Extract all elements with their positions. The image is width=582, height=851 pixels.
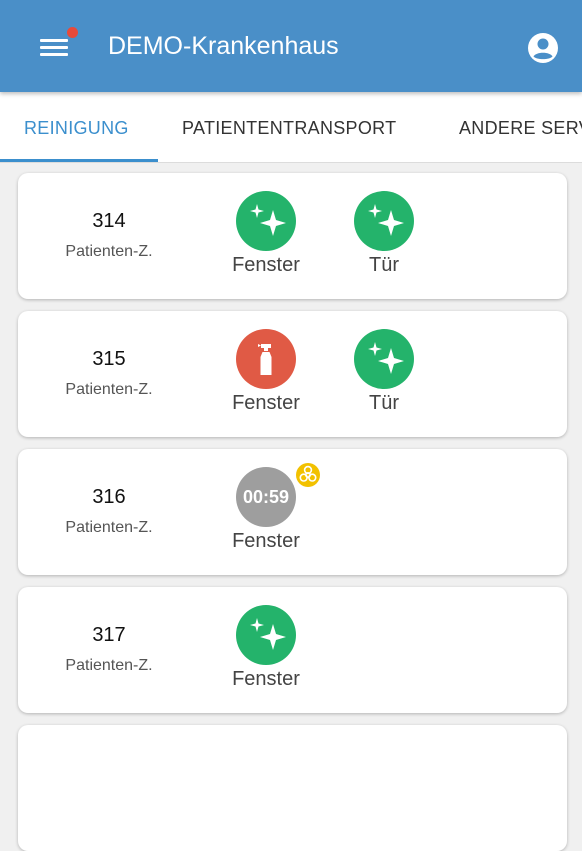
task-label: Fenster — [232, 668, 300, 690]
sparkle-icon — [368, 342, 404, 374]
task-tuer-button[interactable]: Tür — [334, 191, 434, 283]
room-type: Patienten-Z. — [65, 243, 153, 260]
task-timer: 00:59 — [242, 487, 290, 507]
tab-patiententransport[interactable]: PATIENTENTRANSPORT — [182, 118, 396, 139]
task-status-done — [236, 191, 296, 251]
task-status-pending — [236, 329, 296, 389]
tab-bar: REINIGUNG PATIENTENTRANSPORT ANDERE SERV… — [0, 92, 582, 163]
room-card[interactable]: 317 Patienten-Z. Fenster — [18, 587, 567, 713]
menu-icon — [40, 39, 68, 42]
room-card[interactable]: 315 Patienten-Z. Fenster Tür — [18, 311, 567, 437]
task-label: Fenster — [232, 530, 300, 552]
menu-button[interactable] — [40, 27, 78, 60]
task-status-done — [354, 191, 414, 251]
task-fenster-button[interactable]: Fenster — [216, 329, 316, 421]
room-number: 316 — [92, 486, 126, 508]
biohazard-icon — [296, 463, 320, 487]
task-label: Fenster — [232, 392, 300, 414]
sparkle-icon — [250, 204, 286, 236]
room-number: 317 — [92, 624, 126, 646]
active-tab-indicator — [0, 159, 158, 162]
task-status-done — [354, 329, 414, 389]
room-type: Patienten-Z. — [65, 657, 153, 674]
account-circle-icon[interactable] — [526, 31, 560, 65]
task-label: Tür — [369, 392, 399, 414]
sparkle-icon — [368, 204, 404, 236]
menu-icon-line — [40, 46, 68, 49]
room-card[interactable]: 316 Patienten-Z. 00:59 Fenster — [18, 449, 567, 575]
room-card-partial[interactable] — [18, 725, 567, 851]
sparkle-icon — [250, 618, 286, 650]
room-number: 315 — [92, 348, 126, 370]
task-fenster-button[interactable]: Fenster — [216, 605, 316, 697]
tab-andere-services[interactable]: ANDERE SERVICES — [459, 118, 582, 139]
spray-bottle-icon — [258, 344, 272, 375]
room-number: 314 — [92, 210, 126, 232]
menu-icon-line — [40, 53, 68, 56]
task-status-in-progress: 00:59 — [236, 463, 320, 527]
app-title: DEMO-Krankenhaus — [108, 32, 339, 60]
room-card[interactable]: 314 Patienten-Z. Fenster Tür — [18, 173, 567, 299]
tab-reinigung[interactable]: REINIGUNG — [24, 118, 129, 139]
task-fenster-button[interactable]: Fenster — [216, 191, 316, 283]
task-fenster-button[interactable]: 00:59 Fenster — [216, 463, 320, 559]
task-label: Tür — [369, 254, 399, 276]
task-status-done — [236, 605, 296, 665]
room-type: Patienten-Z. — [65, 519, 153, 536]
task-label: Fenster — [232, 254, 300, 276]
notification-dot-icon — [67, 27, 78, 38]
app-bar: DEMO-Krankenhaus — [0, 0, 582, 92]
task-tuer-button[interactable]: Tür — [334, 329, 434, 421]
room-type: Patienten-Z. — [65, 381, 153, 398]
